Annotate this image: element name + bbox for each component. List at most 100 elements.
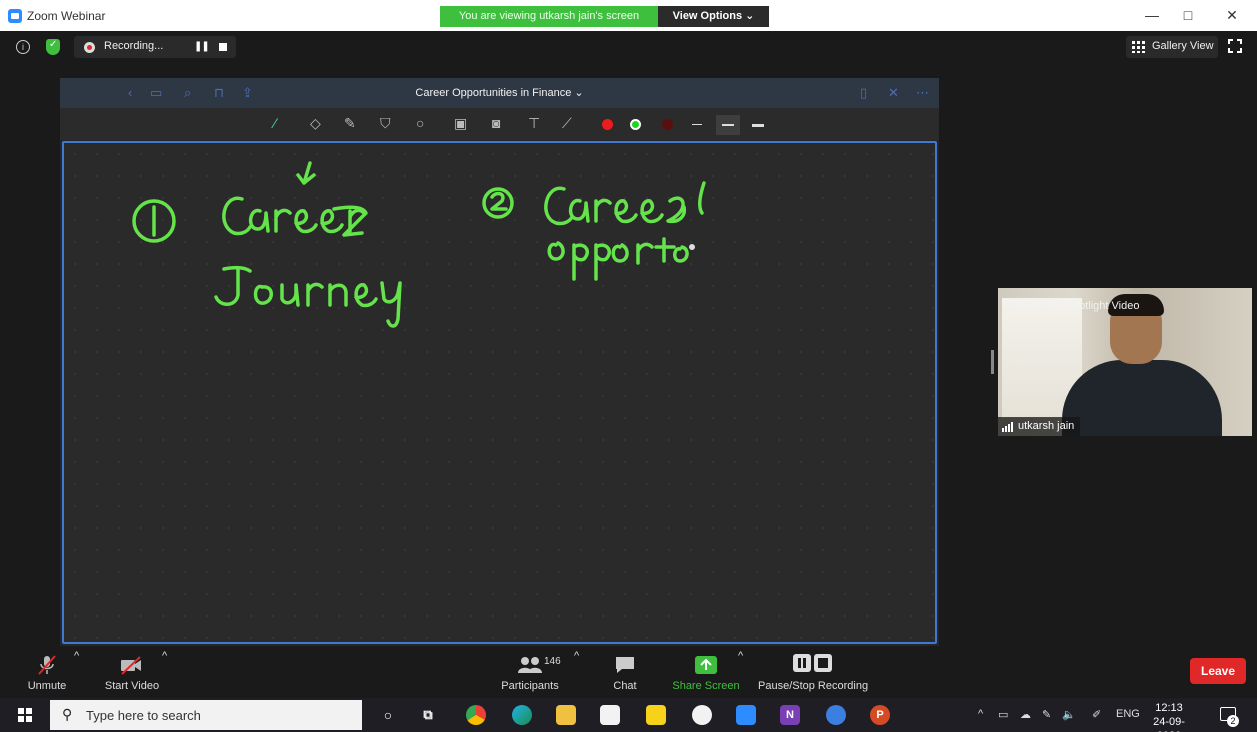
recording-label: Recording... bbox=[104, 40, 164, 52]
cancel-spotlight-link[interactable]: Cancel the Spotlight Video bbox=[1010, 300, 1139, 312]
participants-label: Participants bbox=[501, 680, 559, 692]
gallery-view-label: Gallery View bbox=[1152, 40, 1214, 52]
signal-strength-icon bbox=[1002, 422, 1014, 432]
panel-splitter[interactable] bbox=[991, 350, 994, 374]
audio-options-caret-icon[interactable]: ^ bbox=[74, 650, 79, 662]
ruler-icon[interactable]: ⟋ bbox=[562, 114, 572, 132]
cloud-app-icon[interactable] bbox=[826, 705, 846, 725]
language-indicator[interactable]: ENG bbox=[1116, 708, 1140, 720]
page-icon[interactable]: ▯ bbox=[860, 85, 867, 101]
meeting-top-bar: i Recording... ❚❚ Gallery View bbox=[0, 31, 1257, 63]
app-title: Zoom Webinar bbox=[27, 9, 106, 23]
participants-caret-icon[interactable]: ^ bbox=[574, 650, 579, 662]
tray-expand-icon[interactable]: ^ bbox=[978, 708, 983, 720]
whiteboard-canvas[interactable] bbox=[62, 141, 937, 644]
view-options-button[interactable]: View Options ⌄ bbox=[658, 6, 769, 27]
color-red-swatch[interactable] bbox=[602, 119, 613, 130]
eraser-icon[interactable]: ◇ bbox=[310, 114, 321, 132]
zoom-app-icon bbox=[8, 9, 22, 23]
color-dark-red-swatch[interactable] bbox=[662, 119, 673, 130]
gallery-view-button[interactable]: Gallery View bbox=[1126, 36, 1218, 58]
minimize-button[interactable]: — bbox=[1134, 4, 1170, 26]
maximize-button[interactable]: □ bbox=[1170, 4, 1206, 26]
word-careers bbox=[544, 186, 574, 226]
lasso-icon[interactable]: ○ bbox=[416, 114, 424, 132]
handwriting-layer bbox=[132, 161, 706, 328]
share-options-caret-icon[interactable]: ^ bbox=[738, 650, 743, 662]
close-button[interactable]: ✕ bbox=[1214, 4, 1250, 26]
pen-tool-icon[interactable]: ∕ bbox=[274, 114, 276, 132]
word-career bbox=[222, 196, 252, 236]
highlighter-icon[interactable]: ✎ bbox=[344, 114, 356, 132]
volume-icon[interactable]: 🔈 bbox=[1062, 708, 1076, 721]
more-icon[interactable]: ⋯ bbox=[916, 85, 929, 101]
screen-share-banner: You are viewing utkarsh jain's screen bbox=[440, 6, 658, 27]
info-icon[interactable]: i bbox=[16, 40, 30, 54]
close-doc-icon[interactable]: ✕ bbox=[888, 85, 899, 101]
cortana-icon[interactable]: ○ bbox=[378, 705, 398, 725]
stroke-thick[interactable] bbox=[752, 124, 764, 127]
shape-tool-icon[interactable]: ⛉ bbox=[380, 114, 391, 132]
ink-icon[interactable]: ✐ bbox=[1092, 708, 1101, 721]
taskbar-clock[interactable]: 12:13 24-09-2020 bbox=[1146, 701, 1192, 732]
search-placeholder: Type here to search bbox=[86, 708, 201, 723]
participants-icon bbox=[518, 657, 542, 673]
pause-recording-icon[interactable]: ❚❚ bbox=[194, 41, 210, 52]
video-options-caret-icon[interactable]: ^ bbox=[162, 650, 167, 662]
window-titlebar: Zoom Webinar You are viewing utkarsh jai… bbox=[0, 0, 1257, 31]
edge-icon[interactable] bbox=[512, 705, 532, 725]
participant-name-label: utkarsh jain bbox=[998, 417, 1081, 436]
file-explorer-icon[interactable] bbox=[556, 705, 576, 725]
meeting-controls-bar: Unmute ^ Start Video ^ 146 Participants … bbox=[0, 646, 1257, 698]
document-title[interactable]: Career Opportunities in Finance ⌄ bbox=[60, 86, 939, 99]
shared-screen: ‹ ▭ ⌕ ⊓ ⇪ Career Opportunities in Financ… bbox=[60, 78, 939, 646]
search-icon: ⚲ bbox=[62, 706, 73, 722]
stroke-thin[interactable] bbox=[692, 124, 702, 125]
stroke-medium[interactable] bbox=[722, 124, 734, 126]
grid-icon bbox=[1132, 41, 1145, 53]
sticky-notes-icon[interactable] bbox=[646, 705, 666, 725]
task-view-icon[interactable]: ⧉ bbox=[418, 705, 438, 725]
clock-date: 24-09-2020 bbox=[1153, 716, 1185, 732]
recording-dot-icon bbox=[84, 42, 95, 53]
start-video-label: Start Video bbox=[104, 680, 160, 692]
zoom-taskbar-icon[interactable] bbox=[736, 705, 756, 725]
stop-recording-icon[interactable] bbox=[219, 43, 227, 51]
color-green-swatch[interactable] bbox=[630, 119, 641, 130]
store-icon[interactable] bbox=[600, 705, 620, 725]
share-screen-label: Share Screen bbox=[672, 680, 740, 692]
pause-stop-label: Pause/Stop Recording bbox=[758, 680, 869, 692]
powerpoint-icon[interactable]: P bbox=[870, 705, 890, 725]
text-tool-icon[interactable]: ⊤ bbox=[528, 114, 540, 132]
taskbar-search-box[interactable]: ⚲ Type here to search bbox=[50, 700, 362, 730]
share-screen-icon bbox=[695, 656, 717, 674]
fullscreen-icon[interactable] bbox=[1228, 39, 1242, 53]
pen-workspace-icon[interactable]: ✎ bbox=[1042, 708, 1051, 721]
word-opportunities bbox=[547, 241, 565, 261]
participant-name: utkarsh jain bbox=[1018, 420, 1075, 432]
drawing-toolbar: ∕ ◇ ✎ ⛉ ○ ▣ ◙ ⊤ ⟋ bbox=[60, 108, 939, 140]
image-icon[interactable]: ▣ bbox=[454, 114, 467, 132]
encryption-shield-icon[interactable] bbox=[46, 39, 60, 55]
windows-start-icon[interactable] bbox=[18, 708, 32, 722]
chat-icon bbox=[616, 657, 634, 673]
unmute-label: Unmute bbox=[27, 680, 67, 692]
participant-count: 146 bbox=[544, 656, 561, 667]
app-icon[interactable] bbox=[692, 705, 712, 725]
chat-label: Chat bbox=[613, 680, 637, 692]
pen-cursor-icon bbox=[689, 244, 695, 250]
recording-indicator: Recording... ❚❚ bbox=[74, 36, 236, 58]
notification-count-badge: 2 bbox=[1227, 715, 1239, 727]
windows-taskbar: ⚲ Type here to search ○ ⧉ N P ^ ▭ ☁ ✎ 🔈 … bbox=[0, 698, 1257, 732]
leave-button[interactable]: Leave bbox=[1190, 658, 1246, 684]
notes-app-header: ‹ ▭ ⌕ ⊓ ⇪ Career Opportunities in Financ… bbox=[60, 78, 939, 108]
pause-stop-icon bbox=[793, 654, 832, 672]
clock-time: 12:13 bbox=[1155, 702, 1183, 714]
chrome-icon[interactable] bbox=[466, 705, 486, 725]
network-icon[interactable]: ☁ bbox=[1020, 708, 1031, 721]
video-off-icon bbox=[121, 656, 141, 675]
camera-icon[interactable]: ◙ bbox=[492, 114, 500, 132]
muted-mic-icon bbox=[38, 655, 56, 675]
battery-icon[interactable]: ▭ bbox=[998, 708, 1008, 721]
onenote-icon[interactable]: N bbox=[780, 705, 800, 725]
